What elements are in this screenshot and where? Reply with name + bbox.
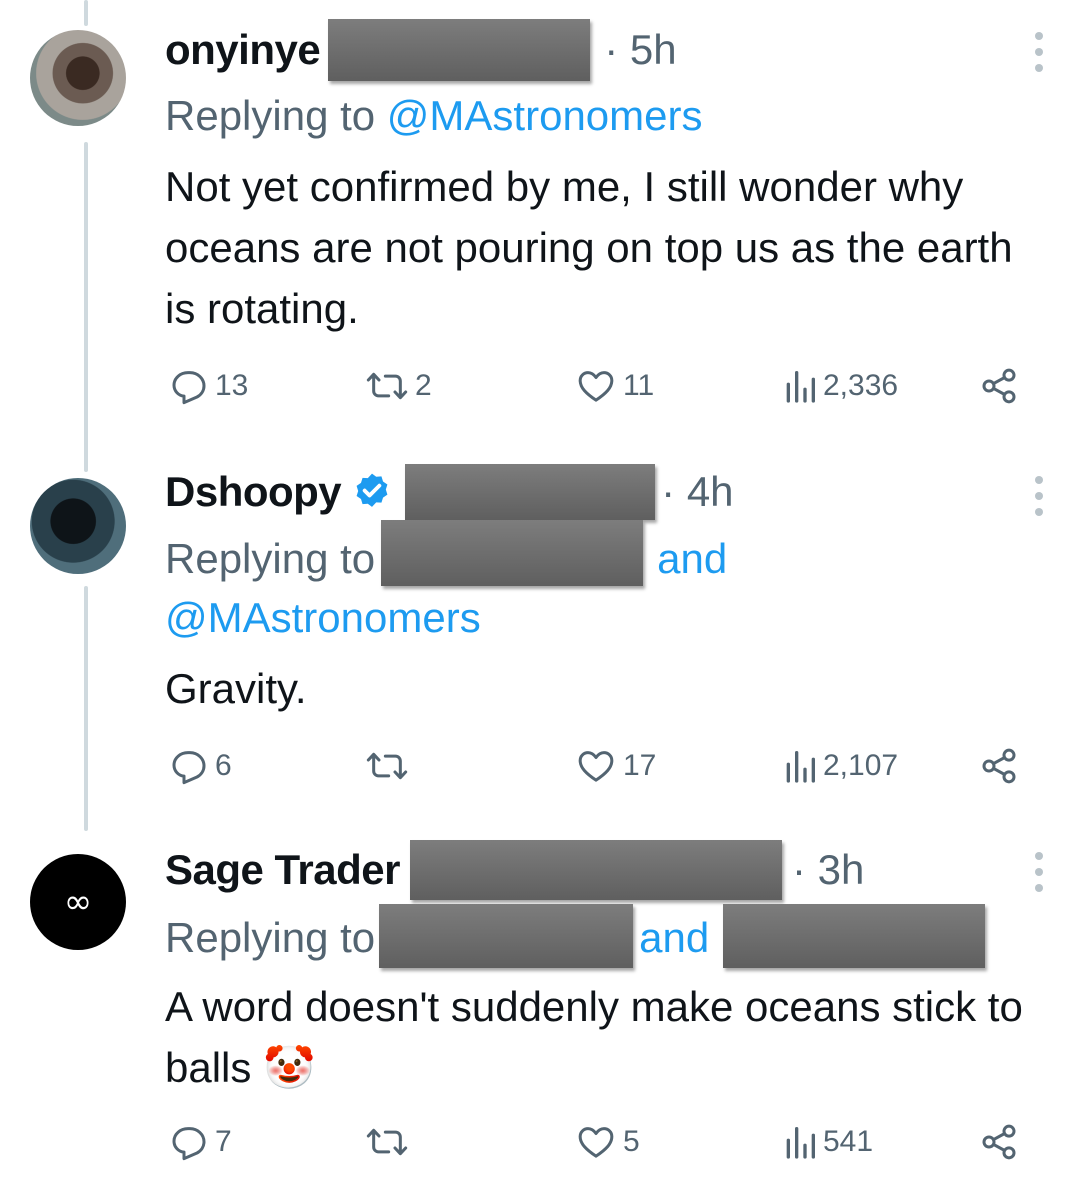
more-icon[interactable] xyxy=(1034,32,1044,72)
more-icon[interactable] xyxy=(1034,852,1044,892)
replying-to-label: Replying to xyxy=(165,914,376,961)
timestamp[interactable]: · 4h xyxy=(661,468,733,516)
views-icon xyxy=(783,366,817,406)
action-bar: 13 2 11 2,336 xyxy=(165,366,1025,410)
redacted-handle xyxy=(379,904,634,968)
verified-badge-icon xyxy=(351,471,393,513)
heart-icon xyxy=(575,1122,617,1162)
clown-emoji: 🤡 xyxy=(263,1043,316,1092)
avatar[interactable]: ∞ xyxy=(30,854,126,950)
repost-icon xyxy=(365,366,409,406)
replying-to-label: Replying to xyxy=(165,535,376,582)
like-button[interactable]: 5 xyxy=(575,1122,640,1162)
share-button[interactable] xyxy=(977,366,1021,406)
share-icon xyxy=(977,366,1021,406)
action-bar: 6 17 2,107 xyxy=(165,746,1025,790)
views-count: 541 xyxy=(823,1125,874,1158)
like-count: 11 xyxy=(623,369,655,402)
tweet-text: Not yet confirmed by me, I still wonder … xyxy=(165,163,1013,332)
display-name[interactable]: onyinye xyxy=(165,26,321,74)
thread-line-top xyxy=(84,0,88,26)
avatar[interactable] xyxy=(30,478,126,574)
and-link[interactable]: and xyxy=(639,914,709,962)
views-button[interactable]: 2,107 xyxy=(783,746,898,786)
heart-icon xyxy=(575,746,617,786)
reply-button[interactable]: 6 xyxy=(169,746,232,786)
heart-icon xyxy=(575,366,617,406)
reply-icon xyxy=(169,366,209,406)
action-bar: 7 5 541 xyxy=(165,1122,1025,1166)
repost-icon xyxy=(365,746,409,786)
repost-count: 2 xyxy=(415,369,432,402)
share-icon xyxy=(977,1122,1021,1162)
reply-button[interactable]: 7 xyxy=(169,1122,232,1162)
tweet-header: Sage Trader · 3h xyxy=(165,840,864,900)
views-icon xyxy=(783,746,817,786)
and-link[interactable]: and xyxy=(657,535,727,583)
views-icon xyxy=(783,1122,817,1162)
like-button[interactable]: 11 xyxy=(575,366,654,406)
reply-count: 13 xyxy=(215,369,249,402)
thread-line-2 xyxy=(84,586,88,831)
redacted-handle xyxy=(381,520,644,586)
tweet-header: onyinye · 5h xyxy=(165,19,677,81)
timestamp[interactable]: · 3h xyxy=(792,846,864,894)
redacted-handle xyxy=(405,464,656,520)
tweet-header: Dshoopy · 4h xyxy=(165,464,734,520)
views-count: 2,107 xyxy=(823,749,899,782)
reply-button[interactable]: 13 xyxy=(169,366,248,406)
reply-handle-link[interactable]: @MAstronomers xyxy=(165,594,481,642)
thread-line-1 xyxy=(84,142,88,472)
share-icon xyxy=(977,746,1021,786)
repost-button[interactable] xyxy=(365,1122,415,1162)
repost-icon xyxy=(365,1122,409,1162)
redacted-handle xyxy=(409,840,782,900)
share-button[interactable] xyxy=(977,1122,1021,1162)
like-button[interactable]: 17 xyxy=(575,746,656,786)
reply-icon xyxy=(169,1122,209,1162)
reply-icon xyxy=(169,746,209,786)
redacted-handle xyxy=(328,19,591,81)
infinity-logo-icon: ∞ xyxy=(63,882,93,922)
replying-to: Replying to and xyxy=(165,520,727,586)
reply-count: 6 xyxy=(215,749,232,782)
repost-button[interactable]: 2 xyxy=(365,366,432,406)
tweet-text: Gravity. xyxy=(165,665,307,712)
replying-to-label: Replying to xyxy=(165,92,387,139)
reply-count: 7 xyxy=(215,1125,232,1158)
avatar[interactable] xyxy=(30,30,126,126)
display-name[interactable]: Dshoopy xyxy=(165,468,342,516)
replying-to: Replying to and xyxy=(165,904,986,968)
share-button[interactable] xyxy=(977,746,1021,786)
views-button[interactable]: 2,336 xyxy=(783,366,898,406)
views-count: 2,336 xyxy=(823,369,899,402)
display-name[interactable]: Sage Trader xyxy=(165,846,400,894)
views-button[interactable]: 541 xyxy=(783,1122,873,1162)
like-count: 17 xyxy=(623,749,657,782)
like-count: 5 xyxy=(623,1125,640,1158)
timestamp[interactable]: · 5h xyxy=(604,26,676,74)
reply-handle-link[interactable]: @MAstronomers xyxy=(387,92,703,139)
repost-button[interactable] xyxy=(365,746,415,786)
redacted-handle xyxy=(723,904,986,968)
tweet-text: A word doesn't suddenly make oceans stic… xyxy=(165,976,1025,1098)
replying-to: Replying to @MAstronomers xyxy=(165,92,703,140)
more-icon[interactable] xyxy=(1034,476,1044,516)
